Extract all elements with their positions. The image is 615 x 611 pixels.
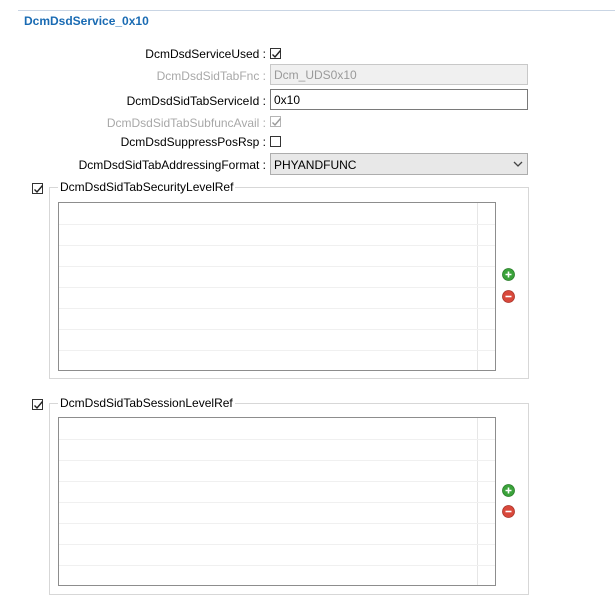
security-level-ref-checkbox[interactable]: [32, 183, 44, 194]
addressing-format-select[interactable]: PHYANDFUNC: [270, 153, 528, 175]
check-icon: [34, 185, 44, 194]
chevron-down-icon: [513, 161, 523, 167]
remove-icon[interactable]: [502, 290, 515, 303]
session-level-ref-list[interactable]: [58, 417, 496, 586]
sid-tab-fnc-label: DcmDsdSidTabFnc :: [156, 69, 266, 83]
subfunc-avail-label: DcmDsdSidTabSubfuncAvail :: [106, 116, 266, 130]
addressing-format-label: DcmDsdSidTabAddressingFormat :: [78, 158, 266, 172]
check-icon: [272, 50, 282, 59]
add-icon[interactable]: [502, 484, 515, 497]
security-level-ref-list[interactable]: [58, 202, 496, 371]
session-level-ref-checkbox[interactable]: [32, 399, 44, 410]
suppress-pos-rsp-label: DcmDsdSuppressPosRsp :: [120, 135, 266, 149]
sid-tab-service-id-field[interactable]: 0x10: [270, 89, 528, 110]
check-icon: [34, 401, 44, 410]
subfunc-avail-checkbox: [270, 116, 282, 127]
addressing-format-value: PHYANDFUNC: [274, 158, 357, 172]
service-used-checkbox[interactable]: [270, 48, 282, 59]
section-title: DcmDsdService_0x10: [24, 14, 149, 28]
sid-tab-service-id-label: DcmDsdSidTabServiceId :: [126, 94, 266, 108]
sid-tab-fnc-field: Dcm_UDS0x10: [270, 64, 528, 85]
add-icon[interactable]: [502, 268, 515, 281]
header-divider: [18, 10, 615, 11]
suppress-pos-rsp-checkbox[interactable]: [270, 136, 281, 147]
security-level-ref-title: DcmDsdSidTabSecurityLevelRef: [58, 180, 236, 194]
session-level-ref-title: DcmDsdSidTabSessionLevelRef: [58, 396, 235, 410]
remove-icon[interactable]: [502, 505, 515, 518]
service-used-label: DcmDsdServiceUsed :: [145, 47, 266, 61]
check-icon: [272, 118, 282, 127]
